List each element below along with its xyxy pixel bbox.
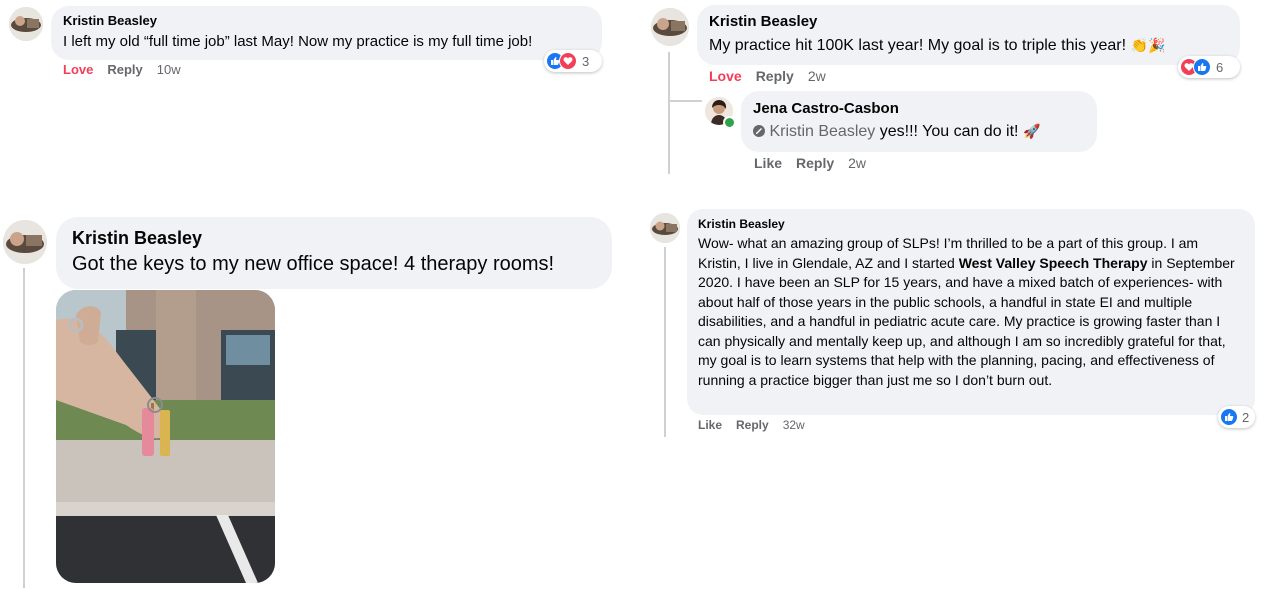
reply-button[interactable]: Reply bbox=[736, 418, 769, 432]
comment-text: Got the keys to my new office space! 4 t… bbox=[72, 253, 555, 275]
timestamp[interactable]: 32w bbox=[783, 418, 805, 432]
comment-text-body: My practice hit 100K last year! My goal … bbox=[709, 37, 1127, 54]
timestamp[interactable]: 2w bbox=[808, 68, 826, 84]
author-name[interactable]: Kristin Beasley bbox=[72, 227, 596, 249]
thread-line bbox=[668, 100, 702, 102]
mention-link[interactable]: Kristin Beasley bbox=[769, 123, 875, 140]
reaction-count: 2 bbox=[1242, 409, 1250, 425]
like-button[interactable]: Like bbox=[698, 418, 722, 432]
comment-text-part: in September 2020. I have been an SLP fo… bbox=[698, 254, 1235, 388]
reply-button[interactable]: Reply bbox=[756, 68, 794, 84]
clap-party-emoji: 👏🎉 bbox=[1130, 37, 1166, 53]
comment-bubble: Kristin Beasley I left my old “full time… bbox=[51, 6, 602, 60]
author-name[interactable]: Kristin Beasley bbox=[698, 217, 1244, 232]
reply-bubble: Jena Castro-Casbon Kristin Beasley yes!!… bbox=[741, 91, 1097, 152]
online-indicator bbox=[723, 116, 736, 129]
thread-line bbox=[23, 268, 25, 588]
reaction-summary[interactable]: 2 bbox=[1218, 406, 1255, 428]
love-icon bbox=[559, 52, 577, 70]
comment-text: My practice hit 100K last year! My goal … bbox=[709, 34, 1228, 57]
reply-text-body: yes!!! You can do it! bbox=[875, 123, 1019, 140]
thread-line bbox=[664, 247, 666, 437]
reaction-summary[interactable]: 3 bbox=[544, 50, 602, 72]
reaction-summary[interactable]: 6 bbox=[1178, 56, 1240, 78]
avatar[interactable] bbox=[650, 213, 680, 243]
reply-button[interactable]: Reply bbox=[107, 62, 142, 77]
avatar[interactable] bbox=[651, 8, 689, 46]
timestamp[interactable]: 10w bbox=[157, 62, 181, 77]
attached-photo[interactable] bbox=[56, 290, 275, 583]
love-button[interactable]: Love bbox=[709, 68, 742, 84]
comment-bubble: Kristin Beasley My practice hit 100K las… bbox=[697, 5, 1240, 65]
author-name[interactable]: Kristin Beasley bbox=[709, 13, 1228, 31]
reply-text: Kristin Beasley yes!!! You can do it! 🚀 bbox=[753, 120, 1085, 143]
business-name: West Valley Speech Therapy bbox=[958, 254, 1148, 271]
timestamp[interactable]: 2w bbox=[848, 155, 866, 171]
reply-button[interactable]: Reply bbox=[796, 155, 834, 171]
reply-actions: Like Reply 2w bbox=[754, 155, 880, 171]
comment-text: Wow- what an amazing group of SLPs! I’m … bbox=[698, 234, 1244, 390]
avatar[interactable] bbox=[3, 220, 47, 264]
reaction-count: 3 bbox=[582, 53, 590, 69]
thread-line bbox=[668, 52, 670, 174]
mention-icon bbox=[753, 125, 765, 137]
comment-bubble: Kristin Beasley Got the keys to my new o… bbox=[56, 217, 612, 289]
like-icon bbox=[1193, 58, 1211, 76]
avatar[interactable] bbox=[9, 7, 43, 41]
comment-actions: Love Reply 10w bbox=[63, 62, 195, 77]
comment-actions: Like Reply 32w bbox=[698, 418, 819, 432]
like-button[interactable]: Like bbox=[754, 155, 782, 171]
comment-actions: Love Reply 2w bbox=[709, 68, 840, 84]
comment-bubble: Kristin Beasley Wow- what an amazing gro… bbox=[687, 209, 1255, 415]
rocket-emoji: 🚀 bbox=[1022, 123, 1041, 139]
reaction-count: 6 bbox=[1216, 59, 1224, 75]
author-name[interactable]: Jena Castro-Casbon bbox=[753, 100, 1085, 118]
love-button[interactable]: Love bbox=[63, 62, 93, 77]
author-name[interactable]: Kristin Beasley bbox=[63, 13, 590, 29]
comment-text: I left my old “full time job” last May! … bbox=[63, 33, 533, 50]
like-icon bbox=[1220, 408, 1238, 426]
